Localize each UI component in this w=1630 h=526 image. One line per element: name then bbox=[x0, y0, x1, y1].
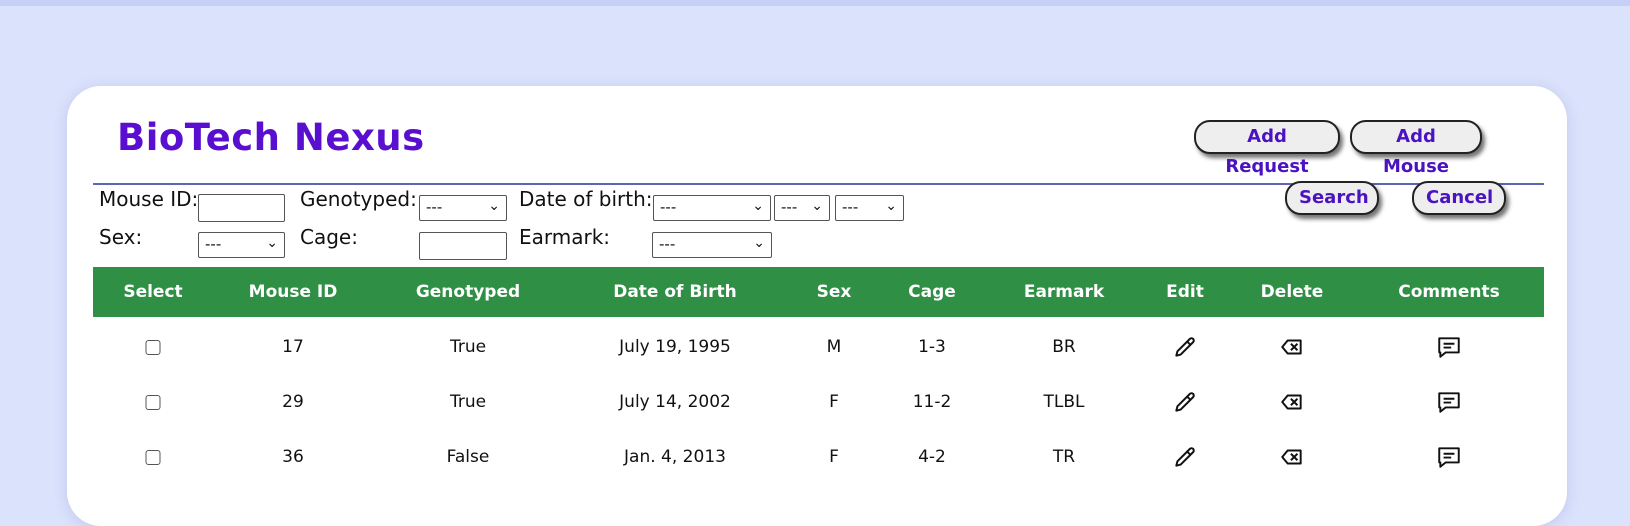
cell-earmark: TLBL bbox=[1043, 392, 1085, 412]
table-row: 36 False Jan. 4, 2013 F 4-2 TR bbox=[93, 429, 1544, 485]
column-header-sex[interactable]: Sex bbox=[817, 267, 852, 317]
genotyped-select[interactable]: --- ⌄ bbox=[419, 195, 507, 221]
dob-month-value: --- bbox=[660, 198, 677, 216]
backspace-x-icon[interactable] bbox=[1279, 389, 1305, 415]
column-header-edit: Edit bbox=[1166, 282, 1204, 302]
dob-month-select[interactable]: --- ⌄ bbox=[653, 195, 771, 221]
dob-year-value: --- bbox=[842, 198, 859, 216]
table-header: Select Mouse ID Genotyped Date of Birth … bbox=[93, 267, 1544, 317]
column-header-genotyped[interactable]: Genotyped bbox=[416, 267, 520, 317]
table-row: 17 True July 19, 1995 M 1-3 BR bbox=[93, 319, 1544, 375]
column-header-cage[interactable]: Cage bbox=[908, 267, 956, 317]
cell-mouse-id: 29 bbox=[282, 392, 304, 412]
row-select-checkbox[interactable] bbox=[145, 340, 161, 355]
cage-input[interactable] bbox=[419, 232, 507, 260]
comment-icon[interactable] bbox=[1436, 389, 1462, 415]
cell-dob: Jan. 4, 2013 bbox=[624, 447, 726, 467]
cancel-button[interactable]: Cancel bbox=[1412, 181, 1506, 215]
top-bar bbox=[0, 0, 1630, 6]
column-header-select[interactable]: Select bbox=[123, 267, 182, 317]
sex-label: Sex: bbox=[99, 225, 143, 249]
cage-label: Cage: bbox=[300, 225, 358, 249]
dob-day-value: --- bbox=[781, 198, 798, 216]
cell-genotyped: False bbox=[446, 447, 490, 467]
chevron-down-icon: ⌄ bbox=[752, 198, 764, 214]
column-header-earmark[interactable]: Earmark bbox=[1024, 267, 1104, 317]
cell-cage: 11-2 bbox=[912, 392, 952, 412]
search-button[interactable]: Search bbox=[1285, 181, 1379, 215]
column-header-mouse-id[interactable]: Mouse ID bbox=[249, 267, 338, 317]
column-header-delete: Delete bbox=[1260, 282, 1324, 302]
cell-earmark: TR bbox=[1052, 447, 1076, 467]
chevron-down-icon: ⌄ bbox=[811, 198, 823, 214]
cell-mouse-id: 17 bbox=[282, 337, 304, 357]
earmark-select[interactable]: --- ⌄ bbox=[652, 232, 772, 258]
column-header-comments: Comments bbox=[1398, 282, 1500, 302]
cell-earmark: BR bbox=[1052, 337, 1076, 357]
chevron-down-icon: ⌄ bbox=[488, 198, 500, 214]
chevron-down-icon: ⌄ bbox=[266, 235, 278, 251]
cell-dob: July 14, 2002 bbox=[619, 392, 731, 412]
column-header-dob[interactable]: Date of Birth bbox=[613, 267, 737, 317]
sex-select[interactable]: --- ⌄ bbox=[198, 232, 285, 258]
row-select-checkbox[interactable] bbox=[145, 450, 161, 465]
table-row: 29 True July 14, 2002 F 11-2 TLBL bbox=[93, 374, 1544, 430]
chevron-down-icon: ⌄ bbox=[753, 235, 765, 251]
cell-cage: 4-2 bbox=[918, 447, 946, 467]
cell-sex: F bbox=[829, 392, 839, 412]
backspace-x-icon[interactable] bbox=[1279, 334, 1305, 360]
add-request-button[interactable]: Add Request bbox=[1194, 120, 1340, 177]
dob-label: Date of birth: bbox=[519, 187, 653, 211]
page-title: BioTech Nexus bbox=[117, 116, 425, 159]
main-card: BioTech Nexus Add Request Add Mouse Mous… bbox=[67, 86, 1567, 526]
earmark-label: Earmark: bbox=[519, 225, 611, 249]
pencil-icon[interactable] bbox=[1172, 444, 1198, 470]
cell-cage: 1-3 bbox=[918, 337, 946, 357]
backspace-x-icon[interactable] bbox=[1279, 444, 1305, 470]
dob-day-select[interactable]: --- ⌄ bbox=[774, 195, 830, 221]
mouse-id-input[interactable] bbox=[198, 194, 285, 222]
cell-mouse-id: 36 bbox=[282, 447, 304, 467]
cell-sex: M bbox=[826, 337, 842, 357]
row-select-checkbox[interactable] bbox=[145, 395, 161, 410]
chevron-down-icon: ⌄ bbox=[885, 198, 897, 214]
mouse-id-label: Mouse ID: bbox=[99, 187, 199, 211]
earmark-select-value: --- bbox=[659, 235, 676, 253]
cell-dob: July 19, 1995 bbox=[619, 337, 731, 357]
comment-icon[interactable] bbox=[1436, 444, 1462, 470]
comment-icon[interactable] bbox=[1436, 334, 1462, 360]
cell-sex: F bbox=[829, 447, 839, 467]
add-mouse-button[interactable]: Add Mouse bbox=[1350, 120, 1482, 177]
pencil-icon[interactable] bbox=[1172, 334, 1198, 360]
dob-year-select[interactable]: --- ⌄ bbox=[835, 195, 904, 221]
cell-genotyped: True bbox=[449, 337, 487, 357]
sex-select-value: --- bbox=[205, 235, 222, 253]
genotyped-label: Genotyped: bbox=[300, 187, 417, 211]
genotyped-select-value: --- bbox=[426, 198, 443, 216]
pencil-icon[interactable] bbox=[1172, 389, 1198, 415]
cell-genotyped: True bbox=[449, 392, 487, 412]
